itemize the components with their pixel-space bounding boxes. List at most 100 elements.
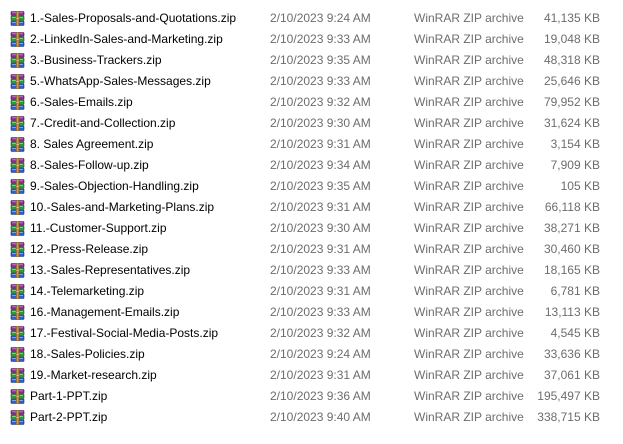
file-date-modified: 2/10/2023 9:35 AM xyxy=(270,53,371,67)
file-name: 11.-Customer-Support.zip xyxy=(30,221,167,235)
file-size: 25,646 KB xyxy=(543,74,600,88)
file-name: 8. Sales Agreement.zip xyxy=(30,137,154,151)
file-row[interactable]: 14.-Telemarketing.zip 2/10/2023 9:31 AM … xyxy=(0,281,623,302)
file-name: 19.-Market-research.zip xyxy=(30,368,157,382)
file-date-modified: 2/10/2023 9:31 AM xyxy=(270,137,371,151)
winrar-archive-icon xyxy=(10,283,26,300)
file-row[interactable]: 18.-Sales-Policies.zip 2/10/2023 9:24 AM… xyxy=(0,344,623,365)
file-size: 105 KB xyxy=(560,179,600,193)
file-size: 18,165 KB xyxy=(543,263,600,277)
file-row[interactable]: 16.-Management-Emails.zip 2/10/2023 9:33… xyxy=(0,302,623,323)
file-date-modified: 2/10/2023 9:34 AM xyxy=(270,158,371,172)
file-row[interactable]: 8.-Sales-Follow-up.zip 2/10/2023 9:34 AM… xyxy=(0,155,623,176)
file-row[interactable]: Part-1-PPT.zip 2/10/2023 9:36 AM WinRAR … xyxy=(0,386,623,407)
file-row[interactable]: Part-2-PPT.zip 2/10/2023 9:40 AM WinRAR … xyxy=(0,407,623,428)
file-date-modified: 2/10/2023 9:40 AM xyxy=(270,410,371,424)
winrar-archive-icon xyxy=(10,52,26,69)
file-name: 14.-Telemarketing.zip xyxy=(30,284,145,298)
file-date-modified: 2/10/2023 9:33 AM xyxy=(270,263,371,277)
file-row[interactable]: 5.-WhatsApp-Sales-Messages.zip 2/10/2023… xyxy=(0,71,623,92)
file-size: 48,318 KB xyxy=(543,53,600,67)
file-row[interactable]: 9.-Sales-Objection-Handling.zip 2/10/202… xyxy=(0,176,623,197)
file-date-modified: 2/10/2023 9:33 AM xyxy=(270,74,371,88)
file-row[interactable]: 1.-Sales-Proposals-and-Quotations.zip 2/… xyxy=(0,8,623,29)
file-name: 8.-Sales-Follow-up.zip xyxy=(30,158,149,172)
file-date-modified: 2/10/2023 9:30 AM xyxy=(270,221,371,235)
file-name: 9.-Sales-Objection-Handling.zip xyxy=(30,179,199,193)
file-size: 7,909 KB xyxy=(550,158,600,172)
file-date-modified: 2/10/2023 9:24 AM xyxy=(270,347,371,361)
file-name: 2.-LinkedIn-Sales-and-Marketing.zip xyxy=(30,32,223,46)
file-size: 195,497 KB xyxy=(537,389,600,403)
file-size: 338,715 KB xyxy=(537,410,600,424)
file-date-modified: 2/10/2023 9:32 AM xyxy=(270,95,371,109)
file-row[interactable]: 17.-Festival-Social-Media-Posts.zip 2/10… xyxy=(0,323,623,344)
winrar-archive-icon xyxy=(10,262,26,279)
file-row[interactable]: 19.-Market-research.zip 2/10/2023 9:31 A… xyxy=(0,365,623,386)
winrar-archive-icon xyxy=(10,10,26,27)
file-date-modified: 2/10/2023 9:31 AM xyxy=(270,242,371,256)
file-row[interactable]: 11.-Customer-Support.zip 2/10/2023 9:30 … xyxy=(0,218,623,239)
file-date-modified: 2/10/2023 9:30 AM xyxy=(270,116,371,130)
winrar-archive-icon xyxy=(10,115,26,132)
file-row[interactable]: 8. Sales Agreement.zip 2/10/2023 9:31 AM… xyxy=(0,134,623,155)
winrar-archive-icon xyxy=(10,241,26,258)
winrar-archive-icon xyxy=(10,73,26,90)
winrar-archive-icon xyxy=(10,94,26,111)
file-name: 12.-Press-Release.zip xyxy=(30,242,149,256)
file-size: 37,061 KB xyxy=(543,368,600,382)
file-name: 17.-Festival-Social-Media-Posts.zip xyxy=(30,326,219,340)
winrar-archive-icon xyxy=(10,304,26,321)
file-size: 31,624 KB xyxy=(543,116,600,130)
file-row[interactable]: 6.-Sales-Emails.zip 2/10/2023 9:32 AM Wi… xyxy=(0,92,623,113)
file-name: 18.-Sales-Policies.zip xyxy=(30,347,145,361)
file-date-modified: 2/10/2023 9:32 AM xyxy=(270,326,371,340)
file-row[interactable]: 12.-Press-Release.zip 2/10/2023 9:31 AM … xyxy=(0,239,623,260)
file-row[interactable]: 13.-Sales-Representatives.zip 2/10/2023 … xyxy=(0,260,623,281)
file-name: Part-2-PPT.zip xyxy=(30,410,108,424)
file-name: 10.-Sales-and-Marketing-Plans.zip xyxy=(30,200,215,214)
file-size: 13,113 KB xyxy=(544,305,600,319)
file-row[interactable]: 2.-LinkedIn-Sales-and-Marketing.zip 2/10… xyxy=(0,29,623,50)
file-size: 33,636 KB xyxy=(543,347,600,361)
winrar-archive-icon xyxy=(10,346,26,363)
file-size: 6,781 KB xyxy=(550,284,600,298)
file-name: 5.-WhatsApp-Sales-Messages.zip xyxy=(30,74,211,88)
file-size: 79,952 KB xyxy=(543,95,600,109)
file-size: 4,545 KB xyxy=(550,326,600,340)
file-name: 6.-Sales-Emails.zip xyxy=(30,95,133,109)
file-size: 41,135 KB xyxy=(543,11,600,25)
winrar-archive-icon xyxy=(10,199,26,216)
file-name: 1.-Sales-Proposals-and-Quotations.zip xyxy=(30,11,237,25)
winrar-archive-icon xyxy=(10,388,26,405)
winrar-archive-icon xyxy=(10,325,26,342)
winrar-archive-icon xyxy=(10,367,26,384)
file-date-modified: 2/10/2023 9:31 AM xyxy=(270,284,371,298)
file-row[interactable]: 3.-Business-Trackers.zip 2/10/2023 9:35 … xyxy=(0,50,623,71)
file-date-modified: 2/10/2023 9:33 AM xyxy=(270,32,371,46)
file-size: 3,154 KB xyxy=(550,137,600,151)
file-date-modified: 2/10/2023 9:33 AM xyxy=(270,305,371,319)
file-name: Part-1-PPT.zip xyxy=(30,389,108,403)
file-name: 16.-Management-Emails.zip xyxy=(30,305,180,319)
file-date-modified: 2/10/2023 9:35 AM xyxy=(270,179,371,193)
file-name: 7.-Credit-and-Collection.zip xyxy=(30,116,176,130)
file-list: 1.-Sales-Proposals-and-Quotations.zip 2/… xyxy=(0,8,623,428)
file-size: 30,460 KB xyxy=(543,242,600,256)
winrar-archive-icon xyxy=(10,409,26,426)
file-date-modified: 2/10/2023 9:36 AM xyxy=(270,389,371,403)
winrar-archive-icon xyxy=(10,31,26,48)
winrar-archive-icon xyxy=(10,220,26,237)
file-row[interactable]: 7.-Credit-and-Collection.zip 2/10/2023 9… xyxy=(0,113,623,134)
file-name: 3.-Business-Trackers.zip xyxy=(30,53,162,67)
winrar-archive-icon xyxy=(10,157,26,174)
file-date-modified: 2/10/2023 9:31 AM xyxy=(270,200,371,214)
file-size: 38,271 KB xyxy=(543,221,600,235)
file-row[interactable]: 10.-Sales-and-Marketing-Plans.zip 2/10/2… xyxy=(0,197,623,218)
file-date-modified: 2/10/2023 9:31 AM xyxy=(270,368,371,382)
file-size: 66,118 KB xyxy=(544,200,600,214)
winrar-archive-icon xyxy=(10,136,26,153)
file-date-modified: 2/10/2023 9:24 AM xyxy=(270,11,371,25)
file-name: 13.-Sales-Representatives.zip xyxy=(30,263,191,277)
winrar-archive-icon xyxy=(10,178,26,195)
